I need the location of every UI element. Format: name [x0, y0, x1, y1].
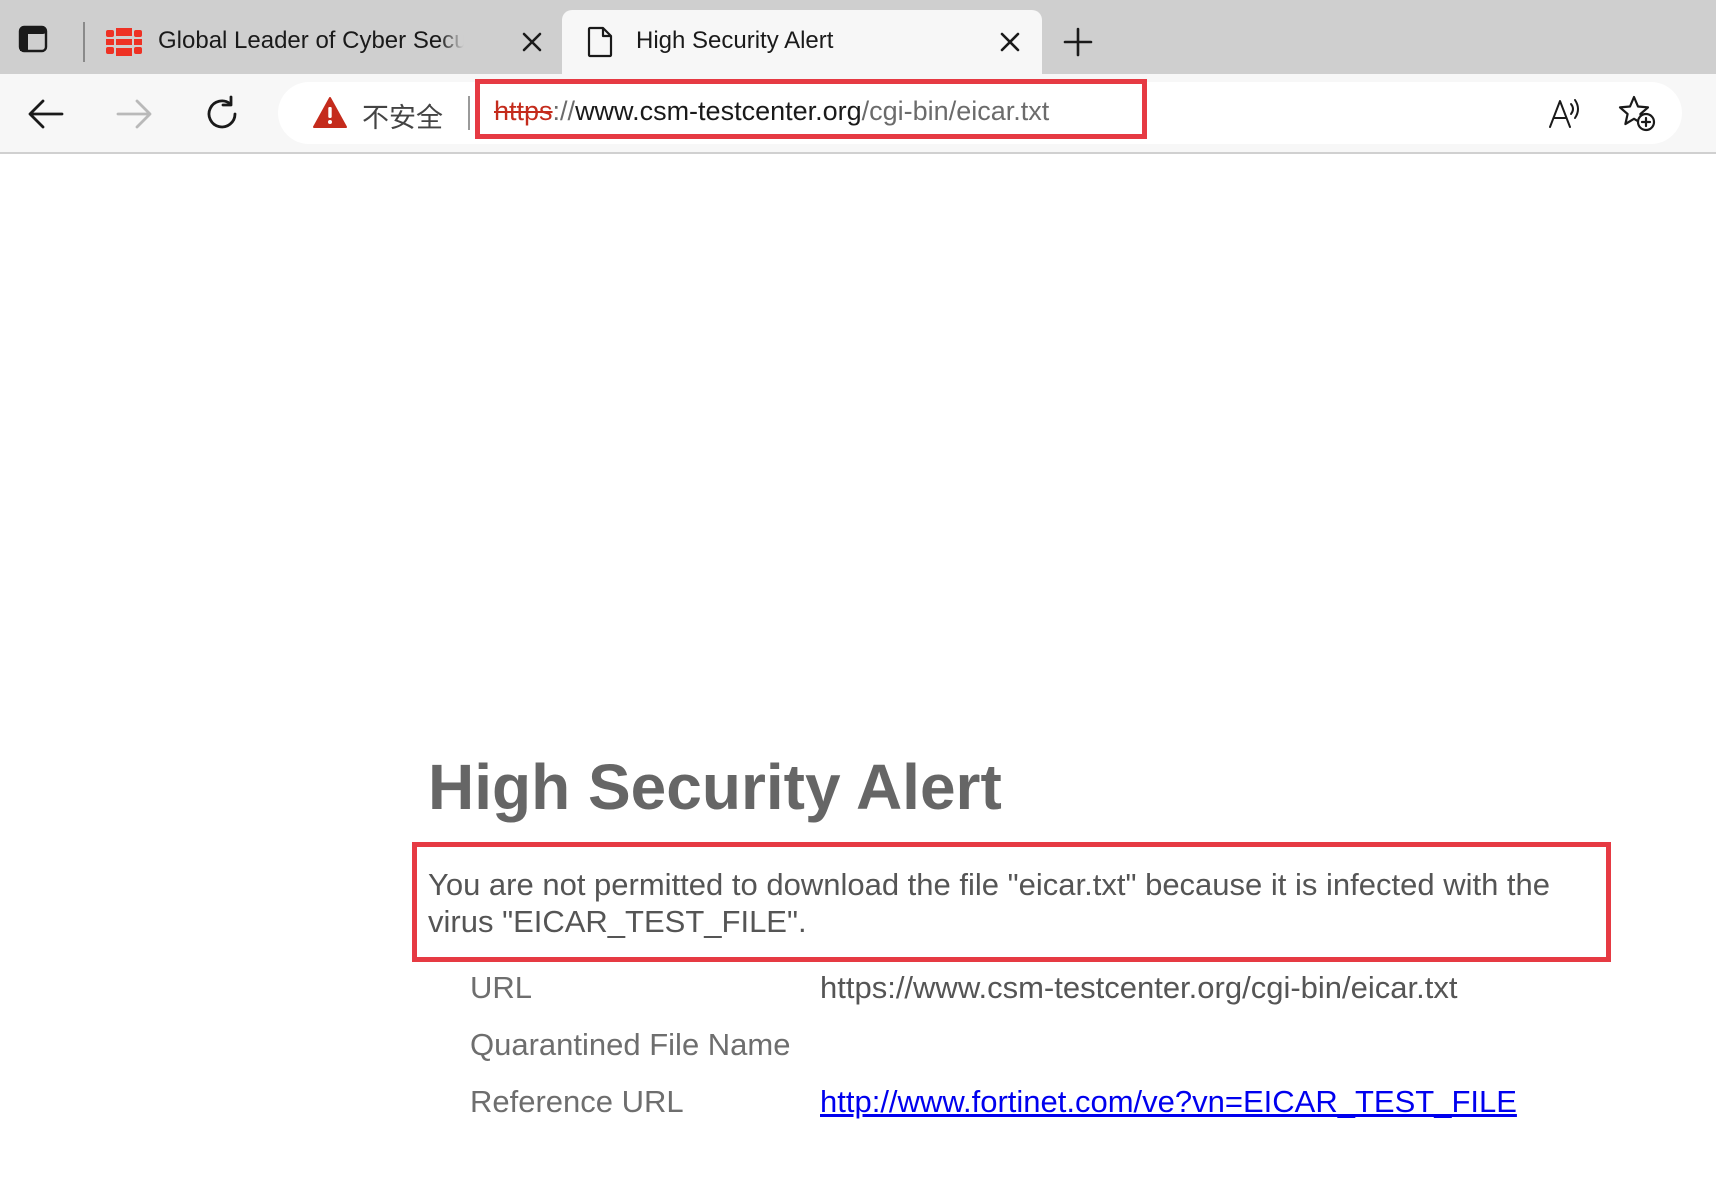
alert-message: You are not permitted to download the fi… [428, 867, 1551, 939]
close-icon[interactable] [998, 30, 1022, 54]
page-content: High Security Alert You are not permitte… [0, 154, 1716, 1182]
detail-label: URL [470, 970, 533, 1005]
warning-triangle-icon[interactable] [312, 96, 348, 130]
page-icon [586, 26, 614, 58]
tab-strip: Global Leader of Cyber Security S High S… [0, 0, 1716, 74]
tab-high-security-alert[interactable]: High Security Alert [562, 10, 1042, 74]
tab-title: Global Leader of Cyber Security S [158, 27, 464, 54]
url-text[interactable]: https://www.csm-testcenter.org/cgi-bin/e… [494, 96, 1049, 127]
url-scheme: https [494, 96, 553, 126]
address-bar[interactable]: 不安全 https://www.csm-testcenter.org/cgi-b… [278, 79, 1682, 144]
url-path: /cgi-bin/eicar.txt [861, 96, 1050, 126]
url-separator: :// [552, 96, 576, 126]
details-table: URL https://www.csm-testcenter.org/cgi-b… [470, 970, 1670, 1141]
detail-row-reference-url: Reference URL http://www.fortinet.com/ve… [470, 1084, 1670, 1141]
back-arrow-icon[interactable] [26, 94, 66, 134]
forward-arrow-icon[interactable] [114, 94, 154, 134]
address-separator [468, 96, 470, 130]
detail-row-quarantined-file-name: Quarantined File Name [470, 1027, 1670, 1084]
read-aloud-icon[interactable] [1548, 96, 1584, 130]
url-host: www.csm-testcenter.org [575, 96, 862, 126]
reload-icon[interactable] [202, 94, 242, 134]
tab-title: High Security Alert [636, 27, 834, 54]
detail-row-url: URL https://www.csm-testcenter.org/cgi-b… [470, 970, 1670, 1027]
detail-label: Quarantined File Name [470, 1027, 791, 1062]
not-secure-label[interactable]: 不安全 [362, 96, 443, 135]
toolbar: 不安全 https://www.csm-testcenter.org/cgi-b… [0, 74, 1716, 154]
detail-value: https://www.csm-testcenter.org/cgi-bin/e… [820, 970, 1458, 1005]
reference-url-link[interactable]: http://www.fortinet.com/ve?vn=EICAR_TEST… [820, 1084, 1517, 1120]
add-favorite-icon[interactable] [1618, 94, 1656, 132]
fortinet-logo-icon [106, 28, 142, 56]
tab-actions-icon[interactable] [18, 24, 48, 54]
tab-global-leader[interactable]: Global Leader of Cyber Security S [96, 10, 556, 74]
new-tab-plus-icon[interactable] [1062, 26, 1094, 58]
page-title: High Security Alert [428, 751, 1002, 823]
close-icon[interactable] [520, 30, 544, 54]
browser-window: Global Leader of Cyber Security S High S… [0, 0, 1716, 1182]
tab-separator [83, 22, 85, 62]
detail-label: Reference URL [470, 1084, 684, 1119]
